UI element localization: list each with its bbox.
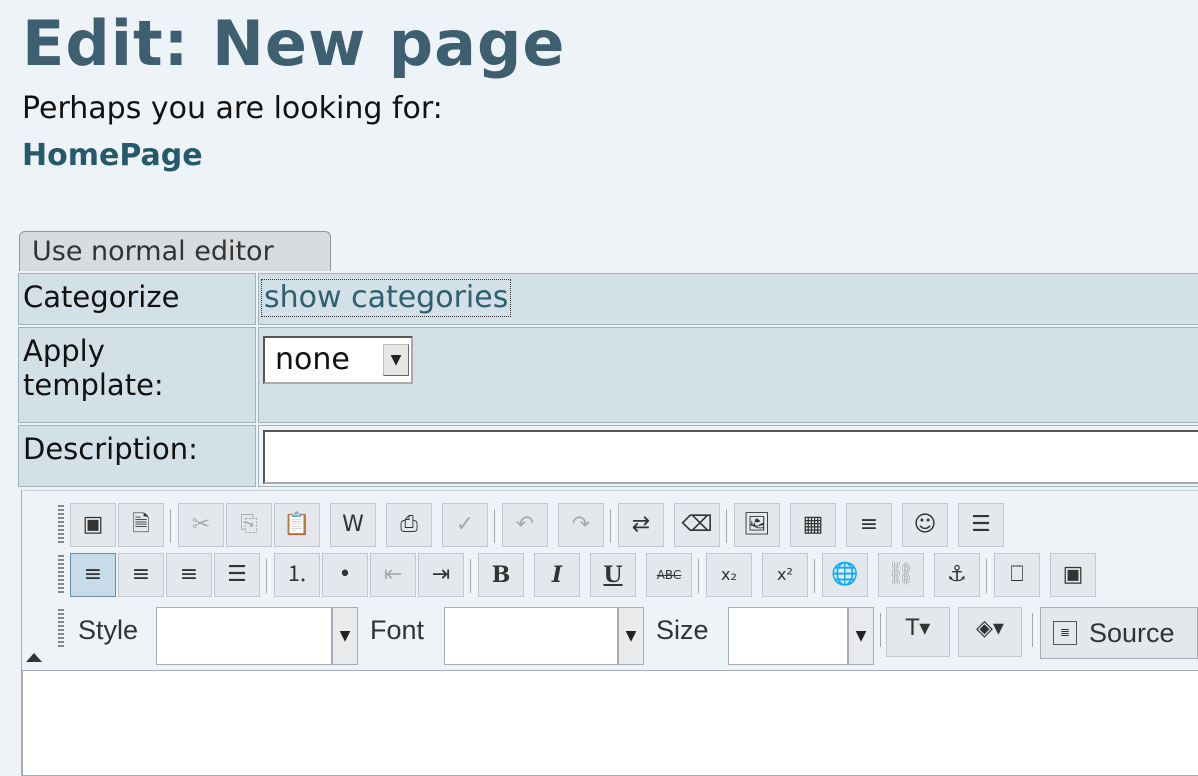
size-combo[interactable] — [728, 607, 848, 665]
toolbar-separator — [266, 559, 270, 593]
copy-icon[interactable]: ⎘ — [226, 503, 272, 547]
preview-icon[interactable]: 🗎 — [118, 503, 164, 547]
background-color-icon[interactable]: ◈▾ — [958, 607, 1022, 657]
editor-toolbar: ▣ 🗎 ✂ ⎘ 📋 W ⎙ ✓ ↶ ↷ ⇄ ⌫ 🖼 ▦ ≡ ☺ ☰ ≡ ≡ ≡ … — [22, 490, 1198, 669]
image-icon[interactable]: 🖼 — [734, 503, 780, 547]
strikethrough-button[interactable]: ABC — [646, 553, 692, 597]
indent-icon[interactable]: ⇥ — [418, 553, 464, 597]
template-select[interactable]: none ▼ — [263, 336, 413, 384]
toolbar-separator — [726, 509, 730, 543]
toolbar-separator — [170, 509, 174, 543]
style-label: Style — [78, 615, 139, 645]
toolbar-separator — [1032, 613, 1036, 647]
description-label: Description: — [18, 425, 256, 487]
collapse-toolbar-icon[interactable] — [26, 653, 42, 662]
checkbox-form-icon[interactable]: ▣ — [1050, 553, 1096, 597]
apply-template-value-cell: none ▼ — [258, 327, 1198, 423]
horizontal-rule-icon[interactable]: ≡ — [846, 503, 892, 547]
font-combo[interactable] — [444, 607, 618, 665]
source-icon: ≣ — [1053, 621, 1077, 645]
form-icon[interactable]: ⎕ — [994, 553, 1040, 597]
redo-icon[interactable]: ↷ — [558, 503, 604, 547]
font-label: Font — [370, 615, 425, 645]
spellcheck-icon[interactable]: ✓ — [442, 503, 488, 547]
print-icon[interactable]: ⎙ — [386, 503, 432, 547]
source-label: Source — [1089, 618, 1175, 648]
unlink-icon[interactable]: ⛓ — [878, 553, 924, 597]
categorize-label: Categorize — [18, 273, 256, 325]
table-icon[interactable]: ▦ — [790, 503, 836, 547]
toolbar-grip[interactable] — [58, 505, 64, 545]
use-normal-editor-tab[interactable]: Use normal editor — [19, 231, 331, 271]
looking-for-text: Perhaps you are looking for: — [22, 91, 443, 126]
superscript-button[interactable]: x² — [762, 553, 808, 597]
style-combo[interactable] — [156, 607, 332, 665]
bold-button[interactable]: B — [478, 553, 524, 597]
toolbar-separator — [880, 613, 884, 647]
editor-content-area[interactable] — [22, 670, 1198, 776]
rich-text-editor: ▣ 🗎 ✂ ⎘ 📋 W ⎙ ✓ ↶ ↷ ⇄ ⌫ 🖼 ▦ ≡ ☺ ☰ ≡ ≡ ≡ … — [21, 490, 1198, 776]
page-title: Edit: New page — [22, 7, 566, 80]
replace-icon[interactable]: ⇄ — [618, 503, 664, 547]
toolbar-grip[interactable] — [58, 555, 64, 595]
apply-template-label: Apply template: — [18, 327, 256, 423]
toolbar-separator — [494, 509, 498, 543]
underline-button[interactable]: U — [590, 553, 636, 597]
chevron-down-icon[interactable]: ▼ — [332, 607, 358, 665]
source-button[interactable]: ≣ Source — [1040, 607, 1198, 659]
numbered-list-icon[interactable]: ⒈ — [274, 553, 320, 597]
text-color-icon[interactable]: T▾ — [886, 607, 950, 657]
paste-word-icon[interactable]: W — [330, 503, 376, 547]
apply-template-row: Apply template: none ▼ — [18, 327, 1198, 423]
chevron-down-icon: ▼ — [383, 344, 409, 376]
description-row: Description: — [18, 425, 1198, 487]
undo-icon[interactable]: ↶ — [502, 503, 548, 547]
categorize-row: Categorize show categories — [18, 273, 1198, 325]
italic-button[interactable]: I — [534, 553, 580, 597]
chevron-down-icon[interactable]: ▼ — [848, 607, 874, 665]
fit-window-icon[interactable]: ▣ — [70, 503, 116, 547]
subscript-button[interactable]: x₂ — [706, 553, 752, 597]
description-value-cell — [258, 425, 1198, 487]
homepage-link[interactable]: HomePage — [22, 136, 203, 176]
outdent-icon[interactable]: ⇤ — [370, 553, 416, 597]
toolbar-grip[interactable] — [58, 609, 64, 649]
description-input[interactable] — [263, 430, 1198, 484]
smiley-icon[interactable]: ☺ — [902, 503, 948, 547]
link-icon[interactable]: 🌐 — [822, 553, 868, 597]
page-break-icon[interactable]: ☰ — [958, 503, 1004, 547]
bulleted-list-icon[interactable]: • — [322, 553, 368, 597]
cut-icon[interactable]: ✂ — [178, 503, 224, 547]
toolbar-separator — [814, 559, 818, 593]
anchor-icon[interactable]: ⚓ — [934, 553, 980, 597]
toolbar-separator — [610, 509, 614, 543]
align-center-icon[interactable]: ≡ — [118, 553, 164, 597]
eraser-icon[interactable]: ⌫ — [674, 503, 720, 547]
categorize-value-cell: show categories — [258, 273, 1198, 325]
toolbar-separator — [986, 559, 990, 593]
paste-icon[interactable]: 📋 — [274, 503, 320, 547]
toolbar-separator — [698, 559, 702, 593]
align-right-icon[interactable]: ≡ — [166, 553, 212, 597]
align-justify-icon[interactable]: ☰ — [214, 553, 260, 597]
toolbar-separator — [470, 559, 474, 593]
align-left-icon[interactable]: ≡ — [70, 553, 116, 597]
template-select-value: none — [275, 342, 350, 377]
show-categories-link[interactable]: show categories — [261, 279, 512, 317]
chevron-down-icon[interactable]: ▼ — [618, 607, 644, 665]
size-label: Size — [656, 615, 709, 645]
